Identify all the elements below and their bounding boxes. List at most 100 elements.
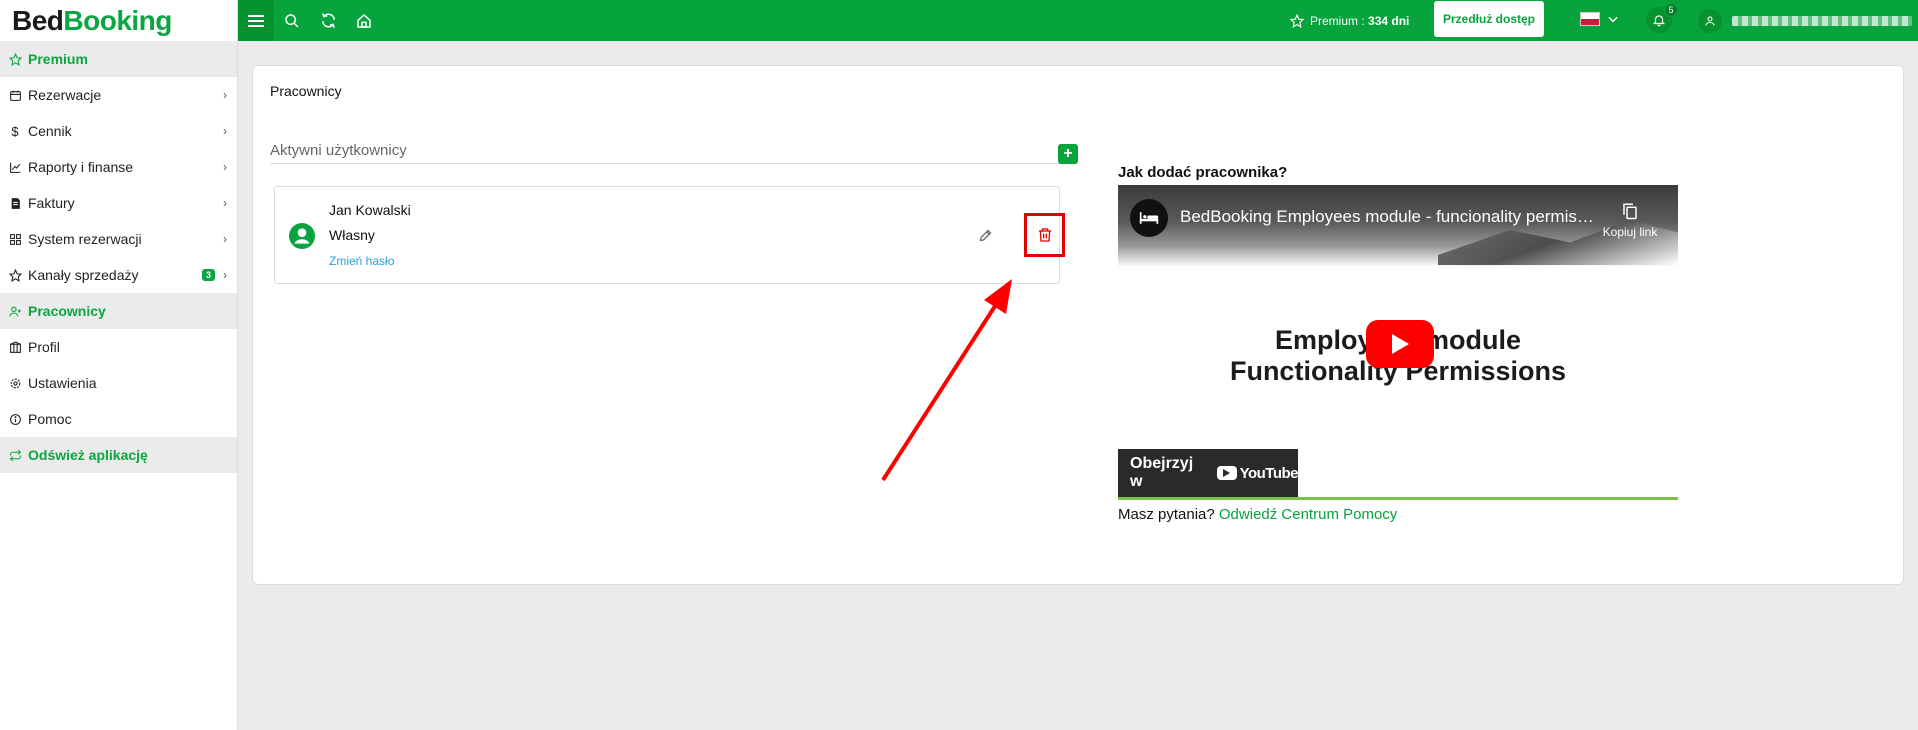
add-employee-button[interactable]: + [1058, 144, 1078, 164]
sidebar-item-label: Pracownicy [28, 303, 106, 319]
chevron-right-icon: › [223, 124, 227, 138]
sidebar-item-rezerwacje[interactable]: Rezerwacje › [0, 77, 237, 113]
channel-avatar[interactable] [1130, 199, 1168, 237]
change-password-link[interactable]: Zmień hasło [329, 254, 394, 268]
sidebar-item-ustawienia[interactable]: Ustawienia [0, 365, 237, 401]
watch-on-label: Obejrzyj w [1130, 455, 1194, 490]
chevron-down-icon[interactable] [1606, 12, 1620, 26]
notifications-count: 5 [1664, 3, 1678, 17]
pencil-icon [979, 229, 991, 241]
refresh-icon [321, 13, 335, 28]
sidebar-item-label: System rezerwacji [28, 231, 142, 247]
delete-employee-button[interactable] [1024, 213, 1065, 257]
calendar-icon [8, 88, 22, 102]
user-circle-icon [289, 223, 315, 254]
dollar-icon: $ [11, 123, 19, 139]
sidebar-item-kanaly-sprzedazy[interactable]: Kanały sprzedaży 3 › [0, 257, 237, 293]
grid-icon [8, 232, 22, 246]
bed-icon [1139, 212, 1159, 224]
video-divider [1118, 497, 1678, 500]
gear-icon [8, 376, 22, 390]
watch-on-youtube-button[interactable]: Obejrzyj w YouTube [1118, 449, 1299, 497]
help-footer-text: Masz pytania? [1118, 506, 1219, 523]
sidebar-item-system-rezerwacji[interactable]: System rezerwacji › [0, 221, 237, 257]
sidebar-item-label: Premium [28, 51, 88, 67]
premium-days: 334 dni [1368, 13, 1410, 28]
chevron-right-icon: › [223, 88, 227, 102]
employee-name: Jan Kowalski [329, 202, 411, 218]
employee-item: Jan Kowalski Własny Zmień hasło [274, 186, 1065, 284]
sidebar-item-label: Raporty i finanse [28, 159, 134, 175]
home-button[interactable] [346, 0, 382, 41]
youtube-video-embed[interactable]: BedBooking Employees module - funcionali… [1118, 185, 1678, 497]
refresh-button[interactable] [310, 0, 346, 41]
star-icon [8, 268, 22, 282]
help-title: Jak dodać pracownika? [1118, 164, 1288, 181]
sidebar-item-label: Profil [28, 339, 60, 355]
youtube-logo-icon: YouTube [1216, 464, 1299, 482]
sidebar: Bed Booking Premium Rezerwacje › $ Cennik… [0, 0, 238, 730]
page-title: Pracownicy [270, 83, 342, 99]
trash-icon [1038, 228, 1051, 242]
app-logo[interactable]: Bed Booking [0, 0, 237, 41]
info-icon [8, 412, 22, 426]
top-bar: Premium : 334 dni Przedłuż dostęp 5 [238, 0, 1918, 41]
sidebar-item-pracownicy[interactable]: Pracownicy [0, 293, 237, 329]
sidebar-item-premium[interactable]: Premium [0, 41, 237, 77]
count-badge: 3 [201, 269, 215, 281]
chevron-right-icon: › [223, 196, 227, 210]
copy-link-label: Kopiuj link [1602, 225, 1658, 239]
section-title: Aktywni użytkownicy [270, 142, 407, 159]
sidebar-item-label: Ustawienia [28, 375, 97, 391]
search-button[interactable] [274, 0, 310, 41]
copy-link-button[interactable]: Kopiuj link [1590, 201, 1670, 239]
invoice-icon [8, 196, 22, 210]
building-icon [8, 340, 22, 354]
sidebar-item-pomoc[interactable]: Pomoc [0, 401, 237, 437]
sidebar-item-label: Kanały sprzedaży [28, 267, 139, 283]
star-icon [1290, 13, 1304, 28]
poland-flag-icon[interactable] [1580, 12, 1600, 26]
sidebar-item-odswiez-aplikacje[interactable]: Odśwież aplikację [0, 437, 237, 473]
hamburger-icon [248, 14, 264, 27]
extend-access-button[interactable]: Przedłuż dostęp [1434, 1, 1544, 37]
sidebar-item-faktury[interactable]: Faktury › [0, 185, 237, 221]
star-icon [8, 52, 22, 66]
sidebar-item-label: Odśwież aplikację [28, 447, 148, 463]
sidebar-item-label: Rezerwacje [28, 87, 102, 103]
sidebar-item-profil[interactable]: Profil [0, 329, 237, 365]
home-icon [357, 13, 371, 28]
edit-employee-button[interactable] [975, 225, 995, 245]
employee-role: Własny [329, 227, 375, 243]
chevron-right-icon: › [223, 268, 227, 282]
user-menu[interactable] [1698, 0, 1912, 41]
logo-booking-text: Booking [63, 4, 172, 36]
sidebar-nav: Premium Rezerwacje › $ Cennik › Raporty … [0, 41, 237, 473]
help-center-link[interactable]: Odwiedź Centrum Pomocy [1219, 506, 1397, 523]
employees-card: Pracownicy Aktywni użytkownicy + Jan Kow… [252, 65, 1904, 585]
user-avatar-icon [1698, 8, 1722, 33]
user-email-blurred [1732, 15, 1912, 26]
menu-button[interactable] [238, 0, 274, 41]
chevron-right-icon: › [223, 232, 227, 246]
sidebar-item-raporty[interactable]: Raporty i finanse › [0, 149, 237, 185]
sidebar-item-label: Faktury [28, 195, 75, 211]
sidebar-item-label: Pomoc [28, 411, 72, 427]
sidebar-item-cennik[interactable]: $ Cennik › [0, 113, 237, 149]
search-icon [285, 13, 299, 28]
video-title[interactable]: BedBooking Employees module - funcionali… [1180, 207, 1600, 227]
chart-icon [8, 160, 22, 174]
logo-bed-text: Bed [12, 4, 64, 36]
active-users-header: Aktywni użytkownicy [270, 142, 1074, 164]
user-plus-icon [8, 304, 22, 318]
refresh-icon [8, 448, 22, 462]
copy-icon [1623, 203, 1637, 220]
premium-status: Premium : 334 dni [1290, 0, 1409, 41]
youtube-logo-text: YouTube [1239, 464, 1299, 482]
notifications-button[interactable]: 5 [1646, 3, 1678, 33]
play-button[interactable] [1366, 320, 1434, 368]
premium-label: Premium : [1310, 13, 1365, 28]
help-footer: Masz pytania? Odwiedź Centrum Pomocy [1118, 506, 1397, 523]
play-icon [1392, 334, 1409, 354]
chevron-right-icon: › [223, 160, 227, 174]
